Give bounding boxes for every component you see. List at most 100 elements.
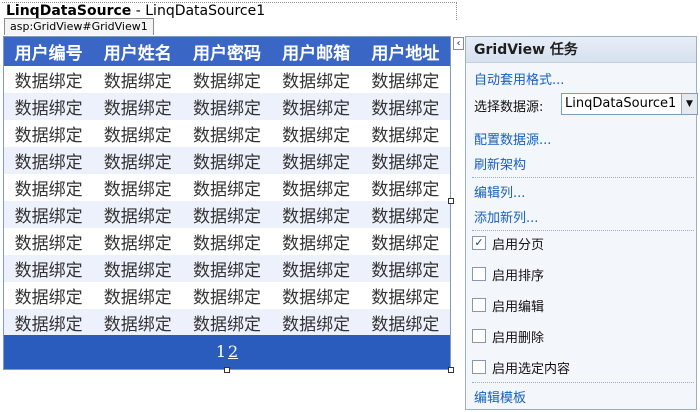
table-cell[interactable]: 数据绑定 [271,93,361,120]
table-cell[interactable]: 数据绑定 [182,174,272,201]
table-cell[interactable]: 数据绑定 [271,174,361,201]
table-cell[interactable]: 数据绑定 [4,147,94,174]
table-cell[interactable]: 数据绑定 [4,201,94,228]
table-cell[interactable]: 数据绑定 [271,201,361,228]
table-cell[interactable]: 数据绑定 [93,309,183,336]
table-cell[interactable]: 数据绑定 [360,201,450,228]
header-cell-user-email[interactable]: 用户邮箱 [271,37,361,66]
table-cell[interactable]: 数据绑定 [4,255,94,282]
table-cell[interactable]: 数据绑定 [360,147,450,174]
table-cell[interactable]: 数据绑定 [182,282,272,309]
header-cell-user-address[interactable]: 用户地址 [360,37,450,66]
table-cell[interactable]: 数据绑定 [4,174,94,201]
table-cell[interactable]: 数据绑定 [360,282,450,309]
table-cell[interactable]: 数据绑定 [4,309,94,336]
resize-handle-corner[interactable] [448,367,454,373]
table-cell[interactable]: 数据绑定 [182,120,272,147]
datasource-type: LinqDataSource [6,3,132,19]
table-cell[interactable]: 数据绑定 [4,93,94,120]
table-cell[interactable]: 数据绑定 [182,201,272,228]
table-cell[interactable]: 数据绑定 [93,228,183,255]
datasource-select[interactable]: LinqDataSource1 ▼ [561,93,698,115]
table-row: 数据绑定 数据绑定 数据绑定 数据绑定 数据绑定 [4,147,450,174]
grid-pager: 12 [4,335,450,369]
table-row: 数据绑定 数据绑定 数据绑定 数据绑定 数据绑定 [4,66,450,93]
table-cell[interactable]: 数据绑定 [4,282,94,309]
add-column-link[interactable]: 添加新列... [474,207,538,226]
table-cell[interactable]: 数据绑定 [182,66,272,93]
table-cell[interactable]: 数据绑定 [271,66,361,93]
refresh-schema-link[interactable]: 刷新架构 [474,154,526,173]
table-cell[interactable]: 数据绑定 [182,93,272,120]
header-cell-user-password[interactable]: 用户密码 [182,37,272,66]
header-cell-user-id[interactable]: 用户编号 [4,37,94,66]
gridview-tasks-panel: GridView 任务 自动套用格式... 选择数据源: LinqDataSou… [465,36,698,410]
table-cell[interactable]: 数据绑定 [182,309,272,336]
table-cell[interactable]: 数据绑定 [182,255,272,282]
grid-body: 数据绑定 数据绑定 数据绑定 数据绑定 数据绑定 数据绑定 数据绑定 数据绑定 数据绑定 数据绑定… [4,66,450,336]
resize-handle-bottom[interactable] [224,367,230,373]
control-tag: asp:GridView#GridView1 [4,18,154,35]
table-row: 数据绑定 数据绑定 数据绑定 数据绑定 数据绑定 [4,255,450,282]
table-cell[interactable]: 数据绑定 [93,282,183,309]
checkbox-enable-sorting[interactable] [472,267,486,281]
datasource-separator: - [131,3,146,19]
table-cell[interactable]: 数据绑定 [93,255,183,282]
table-cell[interactable]: 数据绑定 [93,147,183,174]
table-cell[interactable]: 数据绑定 [271,147,361,174]
table-row: 数据绑定 数据绑定 数据绑定 数据绑定 数据绑定 [4,309,450,336]
choose-source-label: 选择数据源: [474,100,544,115]
table-cell[interactable]: 数据绑定 [360,174,450,201]
table-cell[interactable]: 数据绑定 [93,93,183,120]
checkbox-enable-paging[interactable]: ✓ [472,236,486,250]
table-cell[interactable]: 数据绑定 [360,120,450,147]
table-cell[interactable]: 数据绑定 [271,228,361,255]
pager-page-1[interactable]: 1 [216,342,226,361]
datasource-select-value: LinqDataSource1 [565,96,677,111]
option-label: 启用排序 [492,269,545,284]
tasks-panel-title: GridView 任务 [466,37,696,63]
table-cell[interactable]: 数据绑定 [271,282,361,309]
table-cell[interactable]: 数据绑定 [360,66,450,93]
grid-header-row: 用户编号 用户姓名 用户密码 用户邮箱 用户地址 [4,37,450,66]
chevron-down-icon[interactable]: ▼ [681,94,697,114]
table-cell[interactable]: 数据绑定 [93,201,183,228]
table-cell[interactable]: 数据绑定 [271,309,361,336]
table-cell[interactable]: 数据绑定 [271,120,361,147]
gridview[interactable]: 用户编号 用户姓名 用户密码 用户邮箱 用户地址 数据绑定 数据绑定 数据绑定 数据绑… [3,36,451,370]
table-cell[interactable]: 数据绑定 [360,228,450,255]
edit-templates-link[interactable]: 编辑模板 [474,387,526,406]
table-cell[interactable]: 数据绑定 [4,120,94,147]
edit-columns-link[interactable]: 编辑列... [474,182,525,201]
table-cell[interactable]: 数据绑定 [4,66,94,93]
option-label: 启用分页 [492,238,545,253]
table-cell[interactable]: 数据绑定 [360,255,450,282]
table-cell[interactable]: 数据绑定 [271,255,361,282]
option-label: 启用编辑 [492,300,545,315]
table-cell[interactable]: 数据绑定 [93,120,183,147]
table-cell[interactable]: 数据绑定 [93,66,183,93]
option-label: 启用删除 [492,331,545,346]
pager-page-2[interactable]: 2 [228,342,238,361]
checkbox-enable-deleting[interactable] [472,329,486,343]
auto-format-link[interactable]: 自动套用格式... [474,69,564,88]
option-label: 启用选定内容 [492,362,571,377]
table-row: 数据绑定 数据绑定 数据绑定 数据绑定 数据绑定 [4,228,450,255]
table-row: 数据绑定 数据绑定 数据绑定 数据绑定 数据绑定 [4,201,450,228]
table-cell[interactable]: 数据绑定 [182,228,272,255]
table-cell[interactable]: 数据绑定 [4,228,94,255]
resize-handle-right[interactable] [448,198,454,204]
divider [472,177,694,178]
table-cell[interactable]: 数据绑定 [93,174,183,201]
table-cell[interactable]: 数据绑定 [360,309,450,336]
configure-source-link[interactable]: 配置数据源... [474,129,551,148]
checkbox-enable-selection[interactable] [472,360,486,374]
table-row: 数据绑定 数据绑定 数据绑定 数据绑定 数据绑定 [4,174,450,201]
table-cell[interactable]: 数据绑定 [360,93,450,120]
datasource-caption: LinqDataSource - LinqDataSource1 [6,3,265,19]
grid-table: 用户编号 用户姓名 用户密码 用户邮箱 用户地址 数据绑定 数据绑定 数据绑定 数据绑… [4,37,450,336]
checkbox-enable-editing[interactable] [472,298,486,312]
table-cell[interactable]: 数据绑定 [182,147,272,174]
header-cell-user-name[interactable]: 用户姓名 [93,37,183,66]
smart-tag-collapse-icon[interactable]: ‹ [453,37,464,50]
